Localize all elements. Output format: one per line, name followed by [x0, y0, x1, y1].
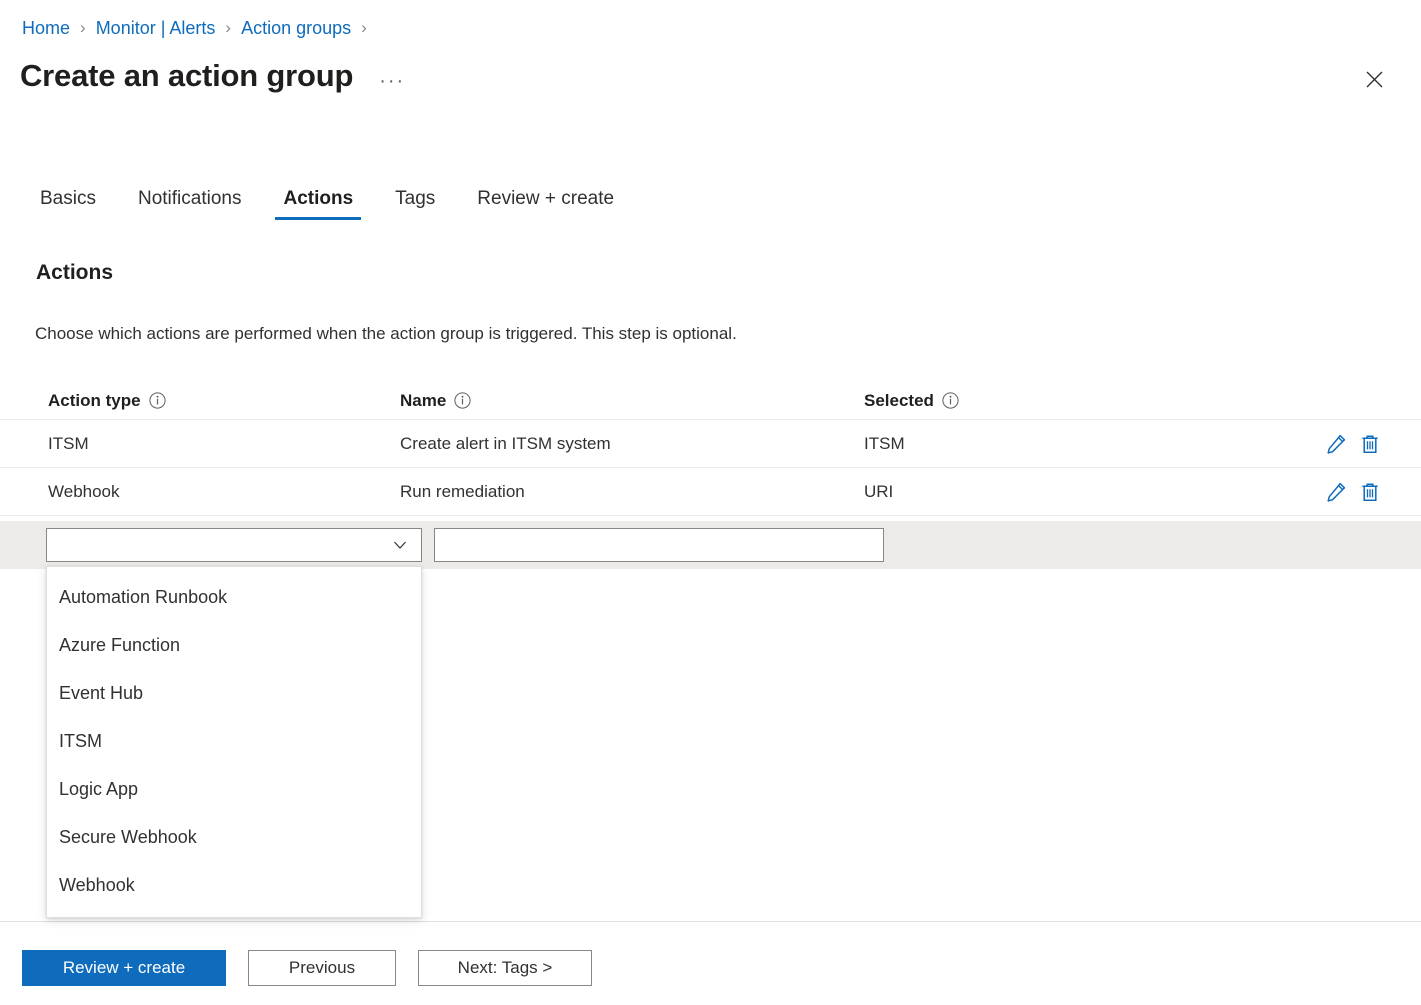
page-title: Create an action group: [20, 55, 353, 97]
column-header-label: Selected: [864, 391, 934, 411]
row-actions: [1324, 432, 1421, 456]
review-create-button[interactable]: Review + create: [22, 950, 226, 986]
action-type-select-wrapper: [46, 528, 422, 562]
info-icon[interactable]: [454, 392, 471, 409]
page-header: Create an action group ···: [20, 55, 409, 97]
edit-row-button[interactable]: [1324, 432, 1348, 456]
wizard-footer: Review + create Previous Next: Tags >: [22, 950, 592, 986]
column-header-action-type: Action type: [0, 391, 400, 411]
next-tags-button[interactable]: Next: Tags >: [418, 950, 592, 986]
breadcrumb-separator-icon: ›: [80, 14, 86, 42]
cell-action-type: Webhook: [0, 482, 400, 502]
previous-button[interactable]: Previous: [248, 950, 396, 986]
table-row: ITSM Create alert in ITSM system ITSM: [0, 420, 1421, 468]
chevron-down-icon: [391, 536, 409, 554]
tab-actions[interactable]: Actions: [275, 188, 361, 220]
dropdown-option-secure-webhook[interactable]: Secure Webhook: [47, 813, 421, 861]
dropdown-option-itsm[interactable]: ITSM: [47, 717, 421, 765]
info-icon[interactable]: [149, 392, 166, 409]
trash-icon: [1359, 481, 1381, 503]
column-header-name: Name: [400, 391, 864, 411]
tab-basics[interactable]: Basics: [32, 188, 104, 220]
action-type-select[interactable]: [46, 528, 422, 562]
cell-selected: URI: [864, 482, 1324, 502]
breadcrumb-item-home[interactable]: Home: [22, 14, 70, 42]
section-description: Choose which actions are performed when …: [35, 324, 737, 344]
trash-icon: [1359, 433, 1381, 455]
table-header-row: Action type Name Selected: [0, 382, 1421, 420]
section-title: Actions: [36, 261, 113, 285]
tab-review-create[interactable]: Review + create: [469, 188, 622, 220]
actions-table: Action type Name Selected: [0, 382, 1421, 516]
dropdown-option-logic-app[interactable]: Logic App: [47, 765, 421, 813]
cell-selected: ITSM: [864, 434, 1324, 454]
more-options-button[interactable]: ···: [375, 69, 409, 93]
dropdown-option-event-hub[interactable]: Event Hub: [47, 669, 421, 717]
dropdown-option-automation-runbook[interactable]: Automation Runbook: [47, 573, 421, 621]
footer-divider: [0, 921, 1421, 922]
breadcrumb-item-monitor-alerts[interactable]: Monitor | Alerts: [96, 14, 216, 42]
pencil-icon: [1325, 481, 1347, 503]
close-icon: [1366, 71, 1383, 88]
table-row: Webhook Run remediation URI: [0, 468, 1421, 516]
pencil-icon: [1325, 433, 1347, 455]
dropdown-option-azure-function[interactable]: Azure Function: [47, 621, 421, 669]
wizard-tabs: Basics Notifications Actions Tags Review…: [32, 178, 648, 220]
dropdown-option-webhook[interactable]: Webhook: [47, 861, 421, 909]
tab-tags[interactable]: Tags: [387, 188, 443, 220]
cell-name: Run remediation: [400, 482, 864, 502]
breadcrumb-separator-icon: ›: [225, 14, 231, 42]
action-type-dropdown-list: Automation Runbook Azure Function Event …: [46, 566, 422, 918]
tab-notifications[interactable]: Notifications: [130, 188, 250, 220]
breadcrumb-separator-icon: ›: [361, 14, 367, 42]
new-action-row: [0, 521, 1421, 569]
breadcrumb: Home › Monitor | Alerts › Action groups …: [22, 14, 377, 42]
delete-row-button[interactable]: [1358, 480, 1382, 504]
row-actions: [1324, 480, 1421, 504]
column-header-selected: Selected: [864, 391, 1324, 411]
column-header-label: Name: [400, 391, 446, 411]
delete-row-button[interactable]: [1358, 432, 1382, 456]
edit-row-button[interactable]: [1324, 480, 1348, 504]
cell-action-type: ITSM: [0, 434, 400, 454]
info-icon[interactable]: [942, 392, 959, 409]
action-name-input[interactable]: [434, 528, 884, 562]
breadcrumb-item-action-groups[interactable]: Action groups: [241, 14, 351, 42]
cell-name: Create alert in ITSM system: [400, 434, 864, 454]
column-header-label: Action type: [48, 391, 141, 411]
close-blade-button[interactable]: [1357, 62, 1391, 96]
